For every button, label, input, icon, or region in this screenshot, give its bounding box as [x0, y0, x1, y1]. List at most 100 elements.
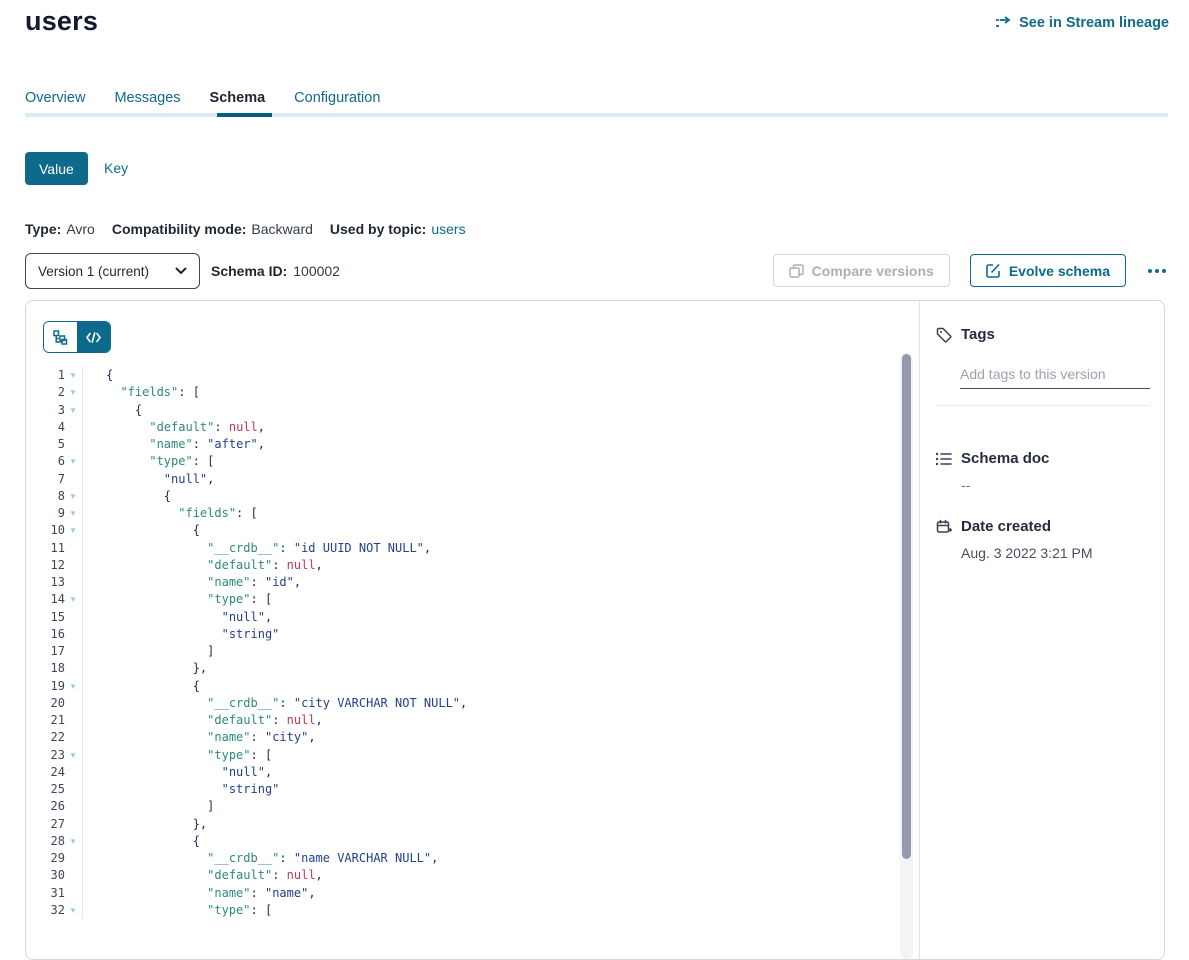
fold-arrow-placeholder — [65, 540, 81, 557]
line-number: 7 — [26, 471, 65, 488]
code-text: "default": null, — [83, 867, 323, 884]
fold-arrow-placeholder — [65, 471, 81, 488]
line-number: 29 — [26, 850, 65, 867]
code-line: 16 "string" — [26, 626, 895, 643]
fold-arrow-icon[interactable]: ▾ — [65, 678, 81, 695]
code-text: { — [83, 833, 200, 850]
code-line: 23▾ "type": [ — [26, 747, 895, 764]
compare-versions-icon — [789, 264, 804, 278]
code-line: 17 ] — [26, 643, 895, 660]
line-number: 24 — [26, 764, 65, 781]
code-text: "__crdb__": "name VARCHAR NULL", — [83, 850, 438, 867]
line-number: 6 — [26, 453, 65, 470]
tab-configuration[interactable]: Configuration — [294, 90, 380, 106]
code-text: ] — [83, 798, 214, 815]
fold-arrow-placeholder — [65, 626, 81, 643]
more-options-button[interactable] — [1146, 265, 1168, 277]
fold-arrow-icon[interactable]: ▾ — [65, 591, 81, 608]
evolve-schema-button[interactable]: Evolve schema — [970, 254, 1126, 287]
code-line: 5 "name": "after", — [26, 436, 895, 453]
line-number: 15 — [26, 609, 65, 626]
code-line: 19▾ { — [26, 678, 895, 695]
schema-id: Schema ID: 100002 — [211, 263, 340, 279]
fold-arrow-icon[interactable]: ▾ — [65, 453, 81, 470]
line-number: 10 — [26, 522, 65, 539]
schema-doc-section: Schema doc -- — [936, 450, 1149, 493]
schema-code-editor[interactable]: 1▾{2▾ "fields": [3▾ {4 "default": null,5… — [26, 367, 895, 919]
tab-messages[interactable]: Messages — [114, 90, 180, 106]
code-text: "null", — [83, 764, 272, 781]
code-line: 31 "name": "name", — [26, 885, 895, 902]
date-created-section: Date created Aug. 3 2022 3:21 PM — [936, 518, 1149, 561]
value-toggle-button[interactable]: Value — [25, 152, 88, 185]
fold-arrow-icon[interactable]: ▾ — [65, 505, 81, 522]
tags-title: Tags — [961, 326, 995, 343]
code-text: { — [83, 522, 200, 539]
line-number: 25 — [26, 781, 65, 798]
code-line: 26 ] — [26, 798, 895, 815]
fold-arrow-placeholder — [65, 419, 81, 436]
fold-arrow-icon[interactable]: ▾ — [65, 402, 81, 419]
compare-versions-button[interactable]: Compare versions — [773, 254, 950, 287]
fold-arrow-placeholder — [65, 643, 81, 660]
schema-meta-row: Type: Avro Compatibility mode: Backward … — [25, 221, 466, 237]
fold-arrow-placeholder — [65, 885, 81, 902]
code-line: 15 "null", — [26, 609, 895, 626]
schema-sidebar: Tags Schema doc -- — [919, 301, 1164, 959]
code-text: }, — [83, 816, 207, 833]
fold-arrow-icon[interactable]: ▾ — [65, 902, 81, 919]
fold-arrow-icon[interactable]: ▾ — [65, 833, 81, 850]
code-view-icon — [86, 332, 101, 343]
schema-code-pane: 1▾{2▾ "fields": [3▾ {4 "default": null,5… — [26, 301, 919, 959]
fold-arrow-icon[interactable]: ▾ — [65, 522, 81, 539]
see-in-stream-lineage-link[interactable]: See in Stream lineage — [995, 15, 1169, 31]
code-view-button[interactable] — [77, 322, 110, 352]
line-number: 30 — [26, 867, 65, 884]
code-text: "string" — [83, 781, 279, 798]
sidebar-divider — [936, 405, 1149, 406]
fold-arrow-icon[interactable]: ▾ — [65, 488, 81, 505]
type-value: Avro — [66, 221, 95, 237]
code-text: { — [83, 402, 142, 419]
date-created-value: Aug. 3 2022 3:21 PM — [961, 545, 1149, 561]
version-select-value: Version 1 (current) — [38, 264, 149, 279]
code-text: "fields": [ — [83, 505, 258, 522]
tag-icon — [936, 327, 952, 343]
fold-arrow-placeholder — [65, 867, 81, 884]
fold-arrow-icon[interactable]: ▾ — [65, 384, 81, 401]
compatibility-value: Backward — [251, 221, 312, 237]
tab-overview[interactable]: Overview — [25, 90, 85, 106]
code-line: 1▾{ — [26, 367, 895, 384]
add-tags-input[interactable] — [960, 364, 1150, 389]
editor-scrollbar-thumb[interactable] — [902, 354, 911, 859]
line-number: 17 — [26, 643, 65, 660]
used-by-topic-link[interactable]: users — [431, 221, 465, 237]
tree-view-button[interactable] — [44, 322, 77, 352]
line-number: 27 — [26, 816, 65, 833]
tab-active-indicator — [217, 113, 272, 117]
edit-icon — [986, 263, 1001, 278]
fold-arrow-placeholder — [65, 798, 81, 815]
key-toggle-button[interactable]: Key — [104, 160, 128, 176]
code-line: 21 "default": null, — [26, 712, 895, 729]
fold-arrow-placeholder — [65, 660, 81, 677]
fold-arrow-placeholder — [65, 729, 81, 746]
fold-arrow-icon[interactable]: ▾ — [65, 367, 81, 384]
code-text: "type": [ — [83, 453, 214, 470]
code-text: }, — [83, 660, 207, 677]
code-line: 11 "__crdb__": "id UUID NOT NULL", — [26, 540, 895, 557]
code-text: "null", — [83, 471, 214, 488]
code-text: ] — [83, 643, 214, 660]
fold-arrow-icon[interactable]: ▾ — [65, 747, 81, 764]
line-number: 26 — [26, 798, 65, 815]
line-number: 32 — [26, 902, 65, 919]
code-line: 3▾ { — [26, 402, 895, 419]
version-select[interactable]: Version 1 (current) — [25, 253, 200, 289]
line-number: 18 — [26, 660, 65, 677]
line-number: 22 — [26, 729, 65, 746]
fold-arrow-placeholder — [65, 850, 81, 867]
used-by-topic-label: Used by topic: — [330, 221, 426, 237]
line-number: 9 — [26, 505, 65, 522]
tab-schema[interactable]: Schema — [210, 90, 266, 106]
code-line: 2▾ "fields": [ — [26, 384, 895, 401]
